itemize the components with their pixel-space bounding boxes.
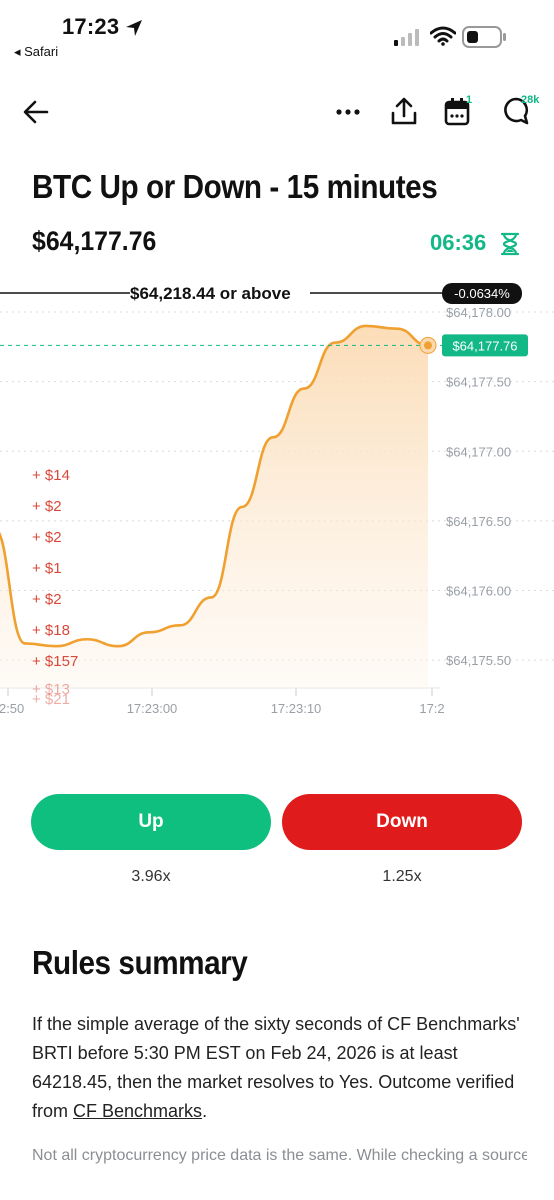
share-icon[interactable] — [390, 96, 418, 126]
x-tick-label: 17:23:00 — [127, 701, 178, 716]
current-price-marker — [419, 336, 437, 354]
status-time: 17:23 — [62, 14, 120, 39]
trade-amount-label: + $2 — [32, 591, 62, 608]
trade-amount-label: + $2 — [32, 498, 62, 515]
change-badge-text: -0.0634% — [454, 286, 510, 301]
rules-body: If the simple average of the sixty secon… — [32, 1010, 527, 1126]
y-tick-label: $64,177.50 — [446, 375, 511, 390]
x-tick-label: 22:50 — [0, 701, 24, 716]
y-tick-label: $64,176.50 — [446, 514, 511, 529]
rules-heading: Rules summary — [32, 944, 248, 981]
change-badge: -0.0634% — [442, 283, 522, 304]
trade-amount-label: + $157 — [32, 653, 78, 670]
current-price: $64,177.76 — [32, 226, 157, 256]
countdown-timer: 06:36 — [430, 230, 487, 255]
back-to-safari-link[interactable]: ◂ Safari — [14, 44, 58, 60]
cf-benchmarks-link[interactable]: CF Benchmarks — [73, 1101, 202, 1121]
back-arrow-icon[interactable] — [22, 98, 50, 126]
comments-badge: 28k — [521, 94, 540, 106]
calendar-badge: 1 — [466, 94, 473, 106]
wifi-icon — [430, 26, 456, 46]
target-label: $64,218.44 or above — [130, 284, 291, 303]
more-icon[interactable] — [334, 100, 362, 124]
trade-amount-label: + $18 — [32, 622, 70, 639]
buy-down-button[interactable]: Down — [282, 794, 522, 850]
trade-amount-label: + $2 — [32, 529, 62, 546]
battery-icon — [462, 26, 506, 48]
market-title: BTC Up or Down - 15 minutes — [32, 168, 438, 205]
buy-up-button[interactable]: Up — [31, 794, 271, 850]
location-arrow-icon — [126, 20, 142, 36]
y-tick-label: $64,178.00 — [446, 305, 511, 320]
y-tick-label: $64,175.50 — [446, 653, 511, 668]
y-tick-label: $64,177.00 — [446, 444, 511, 459]
current-marker-dot — [424, 341, 432, 350]
up-multiplier: 3.96x — [131, 868, 171, 885]
price-chart[interactable]: $64,218.44 or above -0.0634% $64,178.00 $… — [0, 276, 554, 716]
current-price-badge: $64,177.76 — [442, 334, 528, 357]
trade-amount-label: + $21 — [32, 691, 70, 708]
target-price-line: $64,218.44 or above — [0, 284, 442, 303]
x-tick-label: 17:23:10 — [271, 701, 322, 716]
trade-amount-label: + $14 — [32, 467, 70, 484]
hourglass-icon — [500, 232, 520, 256]
cellular-signal-icon — [394, 29, 419, 46]
disclaimer-text: Not all cryptocurrency price data is the… — [32, 1147, 527, 1164]
x-tick-label: 17:2 — [419, 701, 444, 716]
y-tick-label: $64,176.00 — [446, 584, 511, 599]
rules-text-end: . — [202, 1101, 208, 1121]
current-price-badge-text: $64,177.76 — [452, 338, 517, 353]
down-multiplier: 1.25x — [382, 868, 422, 885]
trade-amount-label: + $1 — [32, 560, 62, 577]
